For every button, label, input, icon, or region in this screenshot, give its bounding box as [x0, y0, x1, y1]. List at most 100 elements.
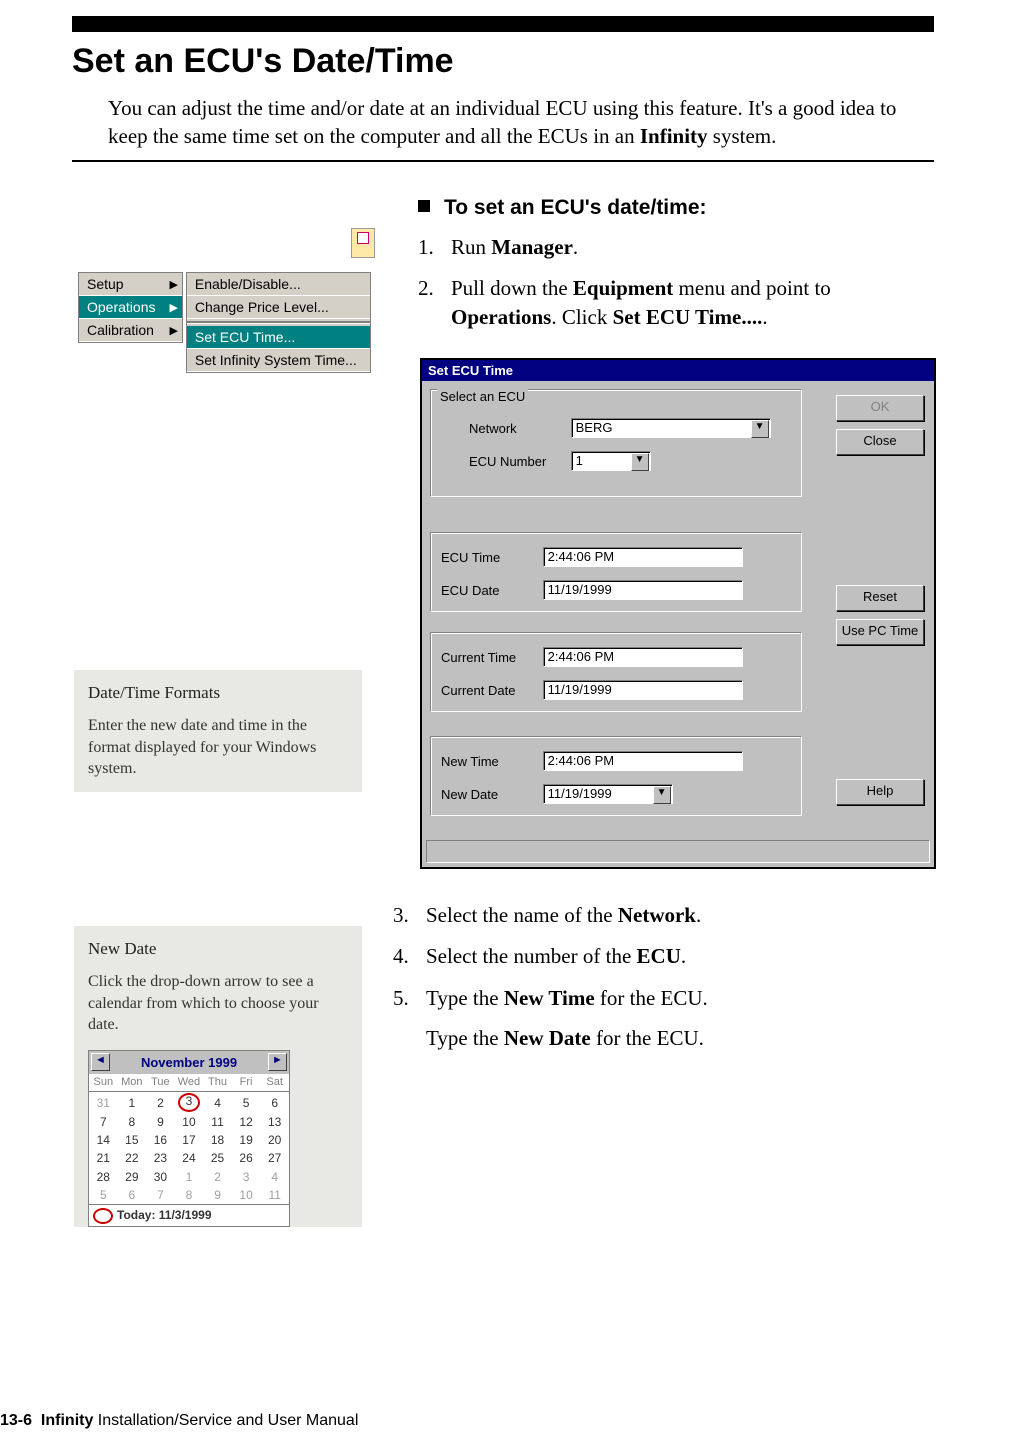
calendar-day[interactable]: 23 [146, 1149, 175, 1167]
calendar-day[interactable]: 4 [203, 1092, 232, 1114]
calendar-day[interactable]: 25 [203, 1149, 232, 1167]
calendar-day[interactable]: 9 [203, 1186, 232, 1204]
sidebar-new-date: New Date Click the drop-down arrow to se… [74, 926, 362, 1227]
menu-item-change-price[interactable]: Change Price Level... [187, 296, 370, 319]
sidebar-title: Date/Time Formats [88, 682, 348, 705]
step-1: 1.Run Manager. [418, 233, 934, 261]
menu-item-calibration[interactable]: Calibration▶ [79, 319, 182, 342]
note-icon [351, 228, 375, 258]
calendar-day[interactable]: 4 [260, 1168, 289, 1186]
calendar-dow: Mon [118, 1074, 147, 1091]
current-time-label: Current Time [441, 650, 539, 665]
group-current-time: Current Time 2:44:06 PM Current Date 11/… [430, 632, 802, 712]
calendar-day[interactable]: 14 [89, 1131, 118, 1149]
step-5: 5.Type the New Time for the ECU. [393, 984, 933, 1012]
calendar-day[interactable]: 24 [175, 1149, 204, 1167]
group-label: Select an ECU [437, 389, 528, 404]
step-text: menu and point to [673, 276, 830, 300]
help-button[interactable]: Help [836, 779, 924, 805]
menu-item-enable-disable[interactable]: Enable/Disable... [187, 273, 370, 296]
dropdown-arrow-icon[interactable]: ▼ [631, 453, 649, 471]
calendar-day[interactable]: 7 [146, 1186, 175, 1204]
ecu-date-field: 11/19/1999 [543, 580, 743, 600]
calendar-day[interactable]: 10 [175, 1113, 204, 1131]
current-date-field: 11/19/1999 [543, 680, 743, 700]
menu-item-set-infinity-time[interactable]: Set Infinity System Time... [187, 349, 370, 372]
sidebar-date-time-formats: Date/Time Formats Enter the new date and… [74, 670, 362, 792]
calendar-day[interactable]: 30 [146, 1168, 175, 1186]
calendar-day[interactable]: 11 [260, 1186, 289, 1204]
close-button[interactable]: Close [836, 429, 924, 455]
set-ecu-time-dialog: Set ECU Time Select an ECU Network BERG▼… [420, 358, 936, 869]
step-3: 3.Select the name of the Network. [393, 901, 933, 929]
reset-button[interactable]: Reset [836, 585, 924, 611]
calendar-day[interactable]: 12 [232, 1113, 261, 1131]
calendar-day[interactable]: 21 [89, 1149, 118, 1167]
calendar-today-label: Today: 11/3/1999 [117, 1208, 212, 1222]
calendar-day[interactable]: 20 [260, 1131, 289, 1149]
dropdown-arrow-icon[interactable]: ▼ [653, 786, 671, 804]
calendar-day[interactable]: 13 [260, 1113, 289, 1131]
calendar-day[interactable]: 3 [175, 1092, 204, 1114]
menu-item-set-ecu-time[interactable]: Set ECU Time... [187, 326, 370, 349]
calendar-day[interactable]: 29 [118, 1168, 147, 1186]
calendar-day[interactable]: 26 [232, 1149, 261, 1167]
calendar-day[interactable]: 5 [89, 1186, 118, 1204]
step-number: 4. [393, 942, 409, 970]
calendar-day[interactable]: 6 [260, 1092, 289, 1114]
calendar-day[interactable]: 2 [203, 1168, 232, 1186]
new-date-dropdown[interactable]: 11/19/1999▼ [543, 784, 673, 804]
calendar-day[interactable]: 19 [232, 1131, 261, 1149]
network-dropdown[interactable]: BERG▼ [571, 418, 771, 438]
calendar-day[interactable]: 15 [118, 1131, 147, 1149]
step-number: 1. [418, 233, 434, 261]
intro-text: You can adjust the time and/or date at a… [108, 96, 896, 148]
calendar-prev-button[interactable]: ◄ [91, 1053, 110, 1071]
current-time-field: 2:44:06 PM [543, 647, 743, 667]
calendar-day[interactable]: 8 [118, 1113, 147, 1131]
calendar-day[interactable]: 17 [175, 1131, 204, 1149]
new-time-input[interactable]: 2:44:06 PM [543, 751, 743, 771]
calendar-day[interactable]: 10 [232, 1186, 261, 1204]
calendar-day[interactable]: 16 [146, 1131, 175, 1149]
calendar-day[interactable]: 31 [89, 1092, 118, 1114]
menu-left-column: Setup▶ Operations▶ Calibration▶ [78, 272, 183, 343]
step-text: Run [451, 235, 491, 259]
calendar-dow: Thu [203, 1074, 232, 1091]
calendar-today-row[interactable]: Today: 11/3/1999 [89, 1204, 289, 1226]
calendar-day[interactable]: 11 [203, 1113, 232, 1131]
calendar-day[interactable]: 28 [89, 1168, 118, 1186]
step-number: 5. [393, 984, 409, 1012]
ecu-time-label: ECU Time [441, 550, 539, 565]
calendar-day[interactable]: 2 [146, 1092, 175, 1114]
ok-button[interactable]: OK [836, 395, 924, 421]
calendar-day[interactable]: 1 [118, 1092, 147, 1114]
menu-separator [187, 321, 370, 324]
menu-item-operations[interactable]: Operations▶ [79, 296, 182, 319]
calendar-day[interactable]: 9 [146, 1113, 175, 1131]
calendar-dow: Tue [146, 1074, 175, 1091]
calendar-header: ◄ November 1999 ► [89, 1051, 289, 1075]
step-text: . [573, 235, 578, 259]
calendar-day[interactable]: 22 [118, 1149, 147, 1167]
calendar-day[interactable]: 1 [175, 1168, 204, 1186]
calendar-day[interactable]: 6 [118, 1186, 147, 1204]
submenu-arrow-icon: ▶ [170, 324, 178, 337]
calendar-day[interactable]: 3 [232, 1168, 261, 1186]
today-marker-icon [93, 1208, 113, 1224]
calendar-day[interactable]: 8 [175, 1186, 204, 1204]
step-bold: Set ECU Time.... [613, 305, 763, 329]
calendar-day[interactable]: 5 [232, 1092, 261, 1114]
use-pc-time-button[interactable]: Use PC Time [836, 619, 924, 645]
dropdown-arrow-icon[interactable]: ▼ [751, 420, 769, 438]
menu-item-setup[interactable]: Setup▶ [79, 273, 182, 296]
calendar-day[interactable]: 7 [89, 1113, 118, 1131]
ecu-number-dropdown[interactable]: 1▼ [571, 451, 651, 471]
horizontal-rule [72, 160, 934, 162]
network-label: Network [469, 421, 567, 436]
calendar-day[interactable]: 27 [260, 1149, 289, 1167]
calendar-day[interactable]: 18 [203, 1131, 232, 1149]
calendar-next-button[interactable]: ► [268, 1053, 287, 1071]
sidebar-body: Enter the new date and time in the forma… [88, 717, 316, 777]
calendar-dow: Wed [175, 1074, 204, 1091]
